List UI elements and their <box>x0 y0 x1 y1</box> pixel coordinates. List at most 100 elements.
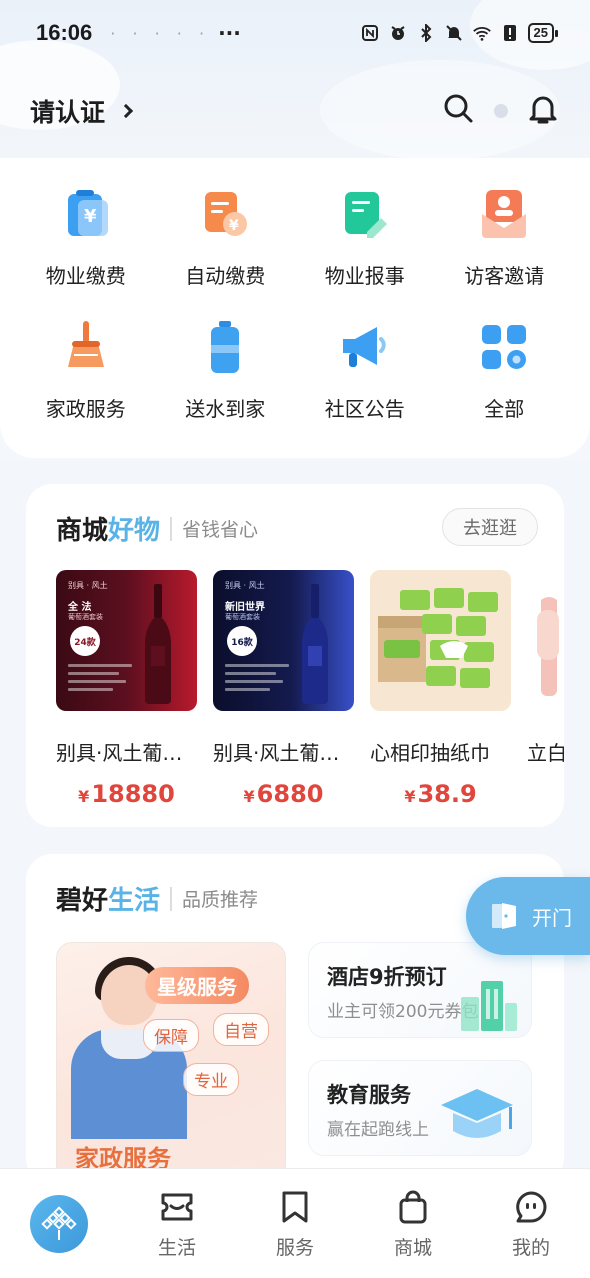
quick-action-label: 社区公告 <box>324 397 405 421</box>
tab-label: 商城 <box>393 1237 432 1259</box>
product-image-headline: 新旧世界 <box>225 602 265 613</box>
auto-pay-icon: ¥ <box>193 182 257 246</box>
bell-icon[interactable] <box>526 92 560 130</box>
quick-action-visitor[interactable]: 访客邀请 <box>435 182 575 289</box>
product-image: 别具 · 风土 全 法 葡萄酒套装 24款 <box>56 570 197 711</box>
home-logo-icon <box>30 1195 88 1253</box>
product-name: 别具·风土葡萄酒 <box>56 741 197 765</box>
chevron-right-icon[interactable] <box>118 103 134 119</box>
search-icon[interactable] <box>442 92 476 130</box>
shop-browse-button[interactable]: 去逛逛 <box>442 508 538 546</box>
bookmark-icon <box>282 1191 308 1223</box>
tag-professional: 专业 <box>183 1063 239 1096</box>
quick-action-report[interactable]: 物业报事 <box>295 182 435 289</box>
shop-section-header: 商城 好物 省钱省心 <box>56 510 258 547</box>
tab-label: 我的 <box>511 1237 550 1259</box>
quick-action-property-fee[interactable]: ¥ 物业缴费 <box>16 182 156 289</box>
alert-icon <box>500 23 520 43</box>
life-title-accent: 生活 <box>108 886 161 916</box>
wine-bottle-icon <box>302 584 328 704</box>
product-image-badge: 16款 <box>227 626 257 656</box>
product-price: ¥6880 <box>243 780 324 808</box>
quick-action-label: 访客邀请 <box>464 264 545 288</box>
product-image <box>370 570 511 711</box>
wine-bottle-icon <box>145 584 171 704</box>
product-card[interactable]: 别具 · 风土 新旧世界 葡萄酒套装 16款 别具·风土葡萄酒 ¥6880 <box>213 570 354 808</box>
status-more: ··· <box>218 21 241 45</box>
nfc-icon <box>360 23 380 43</box>
report-icon <box>333 182 397 246</box>
wifi-icon <box>472 23 492 43</box>
education-subtitle: 赢在起跑线上 <box>327 1120 429 1140</box>
graduation-cap-icon <box>441 1089 513 1138</box>
status-icons: 25 <box>360 23 559 43</box>
quick-action-all[interactable]: 全部 <box>435 315 575 422</box>
header: 请认证 <box>30 88 560 134</box>
status-time: 16:06 <box>36 20 93 45</box>
product-name: 立白 <box>527 741 564 765</box>
decorative-dot <box>494 104 508 118</box>
quick-action-housekeeping[interactable]: 家政服务 <box>16 315 156 422</box>
shopping-bag-icon <box>399 1190 427 1224</box>
svg-text:¥: ¥ <box>84 206 97 227</box>
product-card[interactable]: 别具 · 风土 全 法 葡萄酒套装 24款 别具·风土葡萄酒 ¥18880 <box>56 570 197 808</box>
shop-subtitle: 省钱省心 <box>182 519 259 541</box>
education-title: 教育服务 <box>327 1083 411 1107</box>
product-image-text-lines <box>68 664 132 696</box>
product-list: 别具 · 风土 全 法 葡萄酒套装 24款 别具·风土葡萄酒 ¥18880 别具… <box>56 570 564 808</box>
visitor-invite-icon <box>472 182 536 246</box>
shop-section: 商城 好物 省钱省心 去逛逛 别具 · 风土 全 法 葡萄酒套装 24款 别具·… <box>26 484 564 827</box>
all-apps-icon <box>472 315 536 379</box>
tag-self-operated: 自营 <box>213 1013 269 1046</box>
open-door-button[interactable]: 开门 <box>466 877 590 955</box>
verify-link[interactable]: 请认证 <box>30 93 105 129</box>
quick-actions-card: ¥ 物业缴费 ¥ 自动缴费 物业报事 访客邀请 家政服务 送水到家 社区公告 全… <box>0 158 590 458</box>
hotel-booking-card[interactable]: 酒店9折预订 业主可领200元券包 <box>308 942 532 1038</box>
svg-text:¥: ¥ <box>229 218 239 234</box>
tab-life[interactable]: 生活 <box>118 1169 236 1260</box>
quick-actions-grid: ¥ 物业缴费 ¥ 自动缴费 物业报事 访客邀请 家政服务 送水到家 社区公告 全… <box>16 182 574 422</box>
product-card[interactable]: 立白 <box>527 570 564 808</box>
broom-icon <box>54 315 118 379</box>
battery-indicator: 25 <box>527 23 559 43</box>
bottom-tab-bar: 生活 服务 商城 我的 <box>0 1168 590 1278</box>
divider <box>170 516 173 541</box>
product-image-badge: 24款 <box>70 626 100 656</box>
quick-action-announcement[interactable]: 社区公告 <box>295 315 435 422</box>
quick-action-water[interactable]: 送水到家 <box>156 315 296 422</box>
product-image-subhead: 葡萄酒套装 <box>68 613 103 621</box>
tab-mall[interactable]: 商城 <box>354 1169 472 1260</box>
life-section-header: 碧好 生活 品质推荐 <box>56 880 258 917</box>
door-icon <box>492 903 516 929</box>
tag-guarantee: 保障 <box>143 1019 199 1052</box>
product-image-brand: 别具 · 风土 <box>68 581 108 590</box>
status-notification-dots: · · · · · <box>110 23 211 43</box>
product-image: 别具 · 风土 新旧世界 葡萄酒套装 16款 <box>213 570 354 711</box>
open-door-label: 开门 <box>532 905 572 930</box>
tissue-pack-icon <box>378 588 498 688</box>
product-image-subhead: 葡萄酒套装 <box>225 613 260 621</box>
megaphone-icon <box>333 315 397 379</box>
shop-title-accent: 好物 <box>108 516 161 546</box>
product-card[interactable]: 心相印抽纸巾 ¥38.9 <box>370 570 511 808</box>
tab-label: 生活 <box>157 1237 196 1259</box>
product-image-brand: 别具 · 风土 <box>225 581 265 590</box>
header-actions <box>442 92 560 130</box>
detergent-bottle-icon <box>537 597 559 696</box>
profile-icon <box>516 1191 547 1223</box>
product-image <box>527 570 564 711</box>
alarm-icon <box>388 23 408 43</box>
tab-profile[interactable]: 我的 <box>472 1169 590 1260</box>
quick-action-auto-pay[interactable]: ¥ 自动缴费 <box>156 182 296 289</box>
product-price: ¥18880 <box>78 780 175 808</box>
education-card[interactable]: 教育服务 赢在起跑线上 <box>308 1060 532 1156</box>
product-image-headline: 全 法 <box>68 602 92 613</box>
life-title: 碧好 <box>56 886 109 916</box>
housekeeping-banner[interactable]: 星级服务 保障 自营 专业 家政服务 <box>56 942 286 1182</box>
status-bar: 16:06 · · · · · ··· 25 <box>0 0 590 66</box>
tab-home[interactable] <box>0 1169 118 1253</box>
quick-action-label: 送水到家 <box>185 397 266 421</box>
shop-title: 商城 <box>56 516 109 546</box>
life-subtitle: 品质推荐 <box>182 889 259 911</box>
tab-service[interactable]: 服务 <box>236 1169 354 1260</box>
